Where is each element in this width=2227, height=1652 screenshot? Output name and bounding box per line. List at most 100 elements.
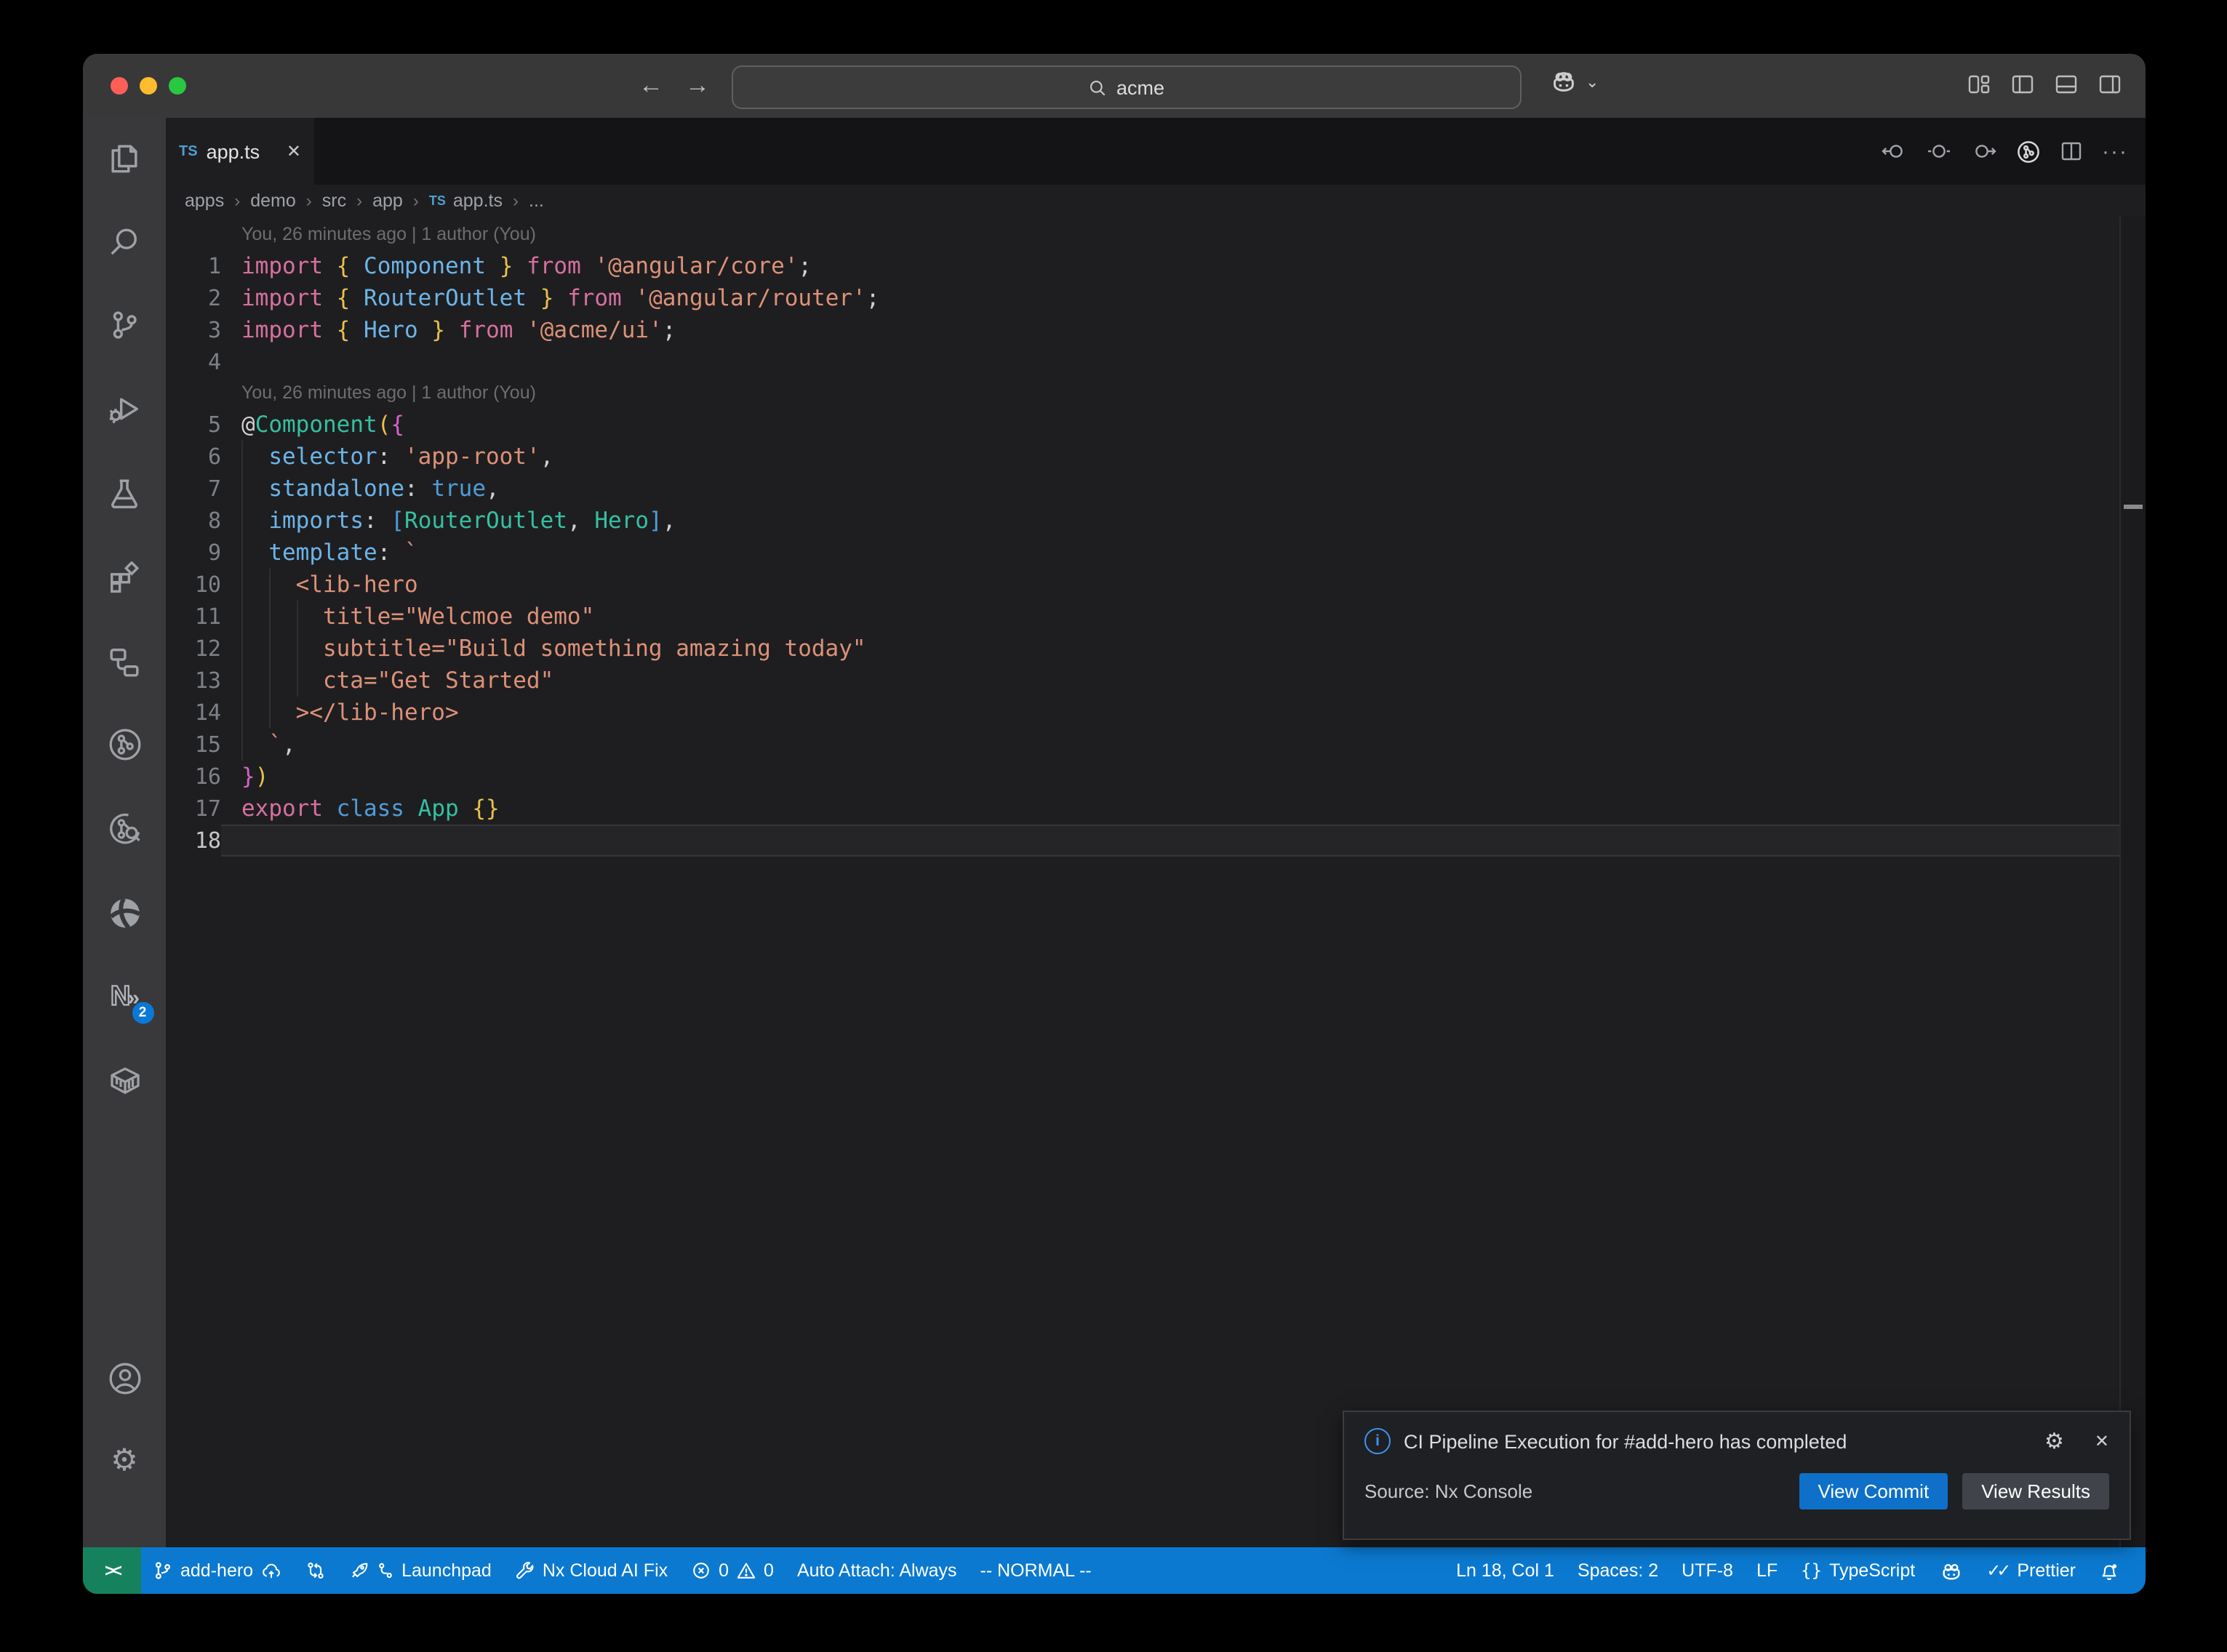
breadcrumb-separator: › bbox=[513, 191, 519, 211]
code-line[interactable]: 7 standalone: true, bbox=[166, 473, 2121, 505]
wrench-icon bbox=[515, 1560, 535, 1581]
settings-gear-icon[interactable]: ⚙ bbox=[105, 1443, 143, 1480]
tab-app-ts[interactable]: TS app.ts ✕ bbox=[166, 118, 314, 185]
code-line[interactable]: 16}) bbox=[166, 761, 2121, 793]
cursor-position-item[interactable]: Ln 18, Col 1 bbox=[1444, 1547, 1566, 1594]
breadcrumb-item[interactable]: src bbox=[322, 191, 346, 211]
current-change-icon[interactable] bbox=[1926, 140, 1952, 163]
screen: ← → acme ⌄ bbox=[0, 0, 2227, 1652]
code-line[interactable]: 18 bbox=[166, 825, 2121, 857]
run-and-debug-icon[interactable] bbox=[105, 390, 143, 428]
history-back-icon[interactable]: ← bbox=[639, 68, 663, 103]
launchpad-item[interactable]: Launchpad bbox=[337, 1547, 503, 1594]
gitlens-inspect-icon[interactable] bbox=[105, 810, 143, 848]
code-line[interactable]: 8 imports: [RouterOutlet, Hero], bbox=[166, 505, 2121, 537]
warnings-count: 0 bbox=[764, 1560, 774, 1581]
code-line[interactable]: 5@Component({ bbox=[166, 409, 2121, 441]
language-mode-item[interactable]: {} TypeScript bbox=[1789, 1547, 1927, 1594]
breadcrumb-item[interactable]: app bbox=[372, 191, 403, 211]
history-forward-icon[interactable]: → bbox=[685, 68, 710, 103]
nx-n: N bbox=[111, 982, 129, 1014]
blame-annotation: You, 26 minutes ago | 1 author (You) bbox=[166, 378, 2121, 409]
activity-bar: N» 2 ⚙ bbox=[83, 118, 166, 1547]
account-icon[interactable] bbox=[105, 1360, 143, 1398]
eol-item[interactable]: LF bbox=[1745, 1547, 1789, 1594]
git-branch-item[interactable]: add-hero bbox=[141, 1547, 294, 1594]
notification-close-icon[interactable]: ✕ bbox=[2095, 1431, 2109, 1451]
typescript-file-icon: TS bbox=[179, 143, 198, 159]
copilot-icon bbox=[1549, 68, 1578, 95]
nx-console-icon[interactable]: N» 2 bbox=[105, 979, 143, 1017]
double-check-icon: ✓✓ bbox=[1986, 1560, 2007, 1581]
code-line[interactable]: 11 title="Welcmoe demo" bbox=[166, 601, 2121, 633]
search-value: acme bbox=[1116, 76, 1164, 98]
breadcrumb-item[interactable]: apps bbox=[185, 191, 224, 211]
next-change-icon[interactable] bbox=[1971, 140, 1997, 163]
minimize-window-button[interactable] bbox=[140, 77, 157, 95]
testing-icon[interactable] bbox=[105, 474, 143, 512]
gitlens-icon[interactable] bbox=[105, 726, 143, 763]
containers-icon[interactable] bbox=[105, 1062, 143, 1099]
search-view-icon[interactable] bbox=[105, 222, 143, 260]
zoom-window-button[interactable] bbox=[169, 77, 186, 95]
title-bar: ← → acme ⌄ bbox=[83, 54, 2146, 118]
prev-change-icon[interactable] bbox=[1881, 140, 1907, 163]
status-bar: >< add-hero Launchpad Nx Cloud AI bbox=[83, 1547, 2146, 1594]
more-actions-icon[interactable]: ··· bbox=[2102, 139, 2128, 164]
git-branch-icon bbox=[153, 1560, 173, 1581]
nx-cloud-ai-fix-item[interactable]: Nx Cloud AI Fix bbox=[503, 1547, 679, 1594]
notification-settings-gear-icon[interactable]: ⚙ bbox=[2044, 1428, 2064, 1454]
code-line[interactable]: 17export class App {} bbox=[166, 793, 2121, 825]
compare-changes-item[interactable] bbox=[294, 1547, 337, 1594]
close-window-button[interactable] bbox=[111, 77, 128, 95]
split-editor-icon[interactable] bbox=[2060, 140, 2083, 163]
tab-close-icon[interactable]: ✕ bbox=[287, 141, 301, 161]
formatter-item[interactable]: ✓✓ Prettier bbox=[1975, 1547, 2087, 1594]
code-line[interactable]: 1import { Component } from '@angular/cor… bbox=[166, 250, 2121, 282]
breadcrumb-item[interactable]: demo bbox=[250, 191, 296, 211]
explorer-icon[interactable] bbox=[105, 138, 143, 176]
code-line[interactable]: 6 selector: 'app-root', bbox=[166, 441, 2121, 473]
code-line[interactable]: 3import { Hero } from '@acme/ui'; bbox=[166, 314, 2121, 346]
view-commit-button[interactable]: View Commit bbox=[1799, 1473, 1948, 1509]
errors-count: 0 bbox=[719, 1560, 729, 1581]
references-icon[interactable] bbox=[105, 643, 143, 681]
extensions-icon[interactable] bbox=[105, 558, 143, 596]
source-control-icon[interactable] bbox=[105, 305, 143, 343]
overview-ruler-mark bbox=[2124, 505, 2143, 509]
code-line[interactable]: 12 subtitle="Build something amazing tod… bbox=[166, 633, 2121, 665]
command-center-search[interactable]: acme bbox=[732, 65, 1522, 109]
vim-mode-item[interactable]: -- NORMAL -- bbox=[969, 1547, 1103, 1594]
commit-graph-icon[interactable] bbox=[2016, 139, 2041, 164]
toggle-panel-icon[interactable] bbox=[2054, 73, 2079, 96]
code-line[interactable]: 2import { RouterOutlet } from '@angular/… bbox=[166, 282, 2121, 314]
search-icon bbox=[1089, 78, 1108, 97]
problems-item[interactable]: 0 0 bbox=[679, 1547, 785, 1594]
code-line[interactable]: 15 `, bbox=[166, 729, 2121, 761]
code-line[interactable]: 10 <lib-hero bbox=[166, 569, 2121, 601]
encoding-item[interactable]: UTF-8 bbox=[1670, 1547, 1745, 1594]
code-line[interactable]: 13 cta="Get Started" bbox=[166, 665, 2121, 697]
toggle-primary-sidebar-icon[interactable] bbox=[2010, 73, 2035, 96]
copilot-menu[interactable]: ⌄ bbox=[1549, 68, 1599, 95]
code-line[interactable]: 9 template: ` bbox=[166, 537, 2121, 569]
code-editor[interactable]: You, 26 minutes ago | 1 author (You) 1imp… bbox=[166, 217, 2146, 1547]
indentation-item[interactable]: Spaces: 2 bbox=[1566, 1547, 1670, 1594]
code-rows: You, 26 minutes ago | 1 author (You) 1imp… bbox=[166, 220, 2121, 857]
toggle-secondary-sidebar-icon[interactable] bbox=[2098, 73, 2122, 96]
breadcrumb-item[interactable]: app.ts bbox=[453, 191, 503, 211]
breadcrumb-separator: › bbox=[234, 191, 240, 211]
edge-devtools-icon[interactable] bbox=[105, 894, 143, 932]
remote-indicator[interactable]: >< bbox=[83, 1547, 141, 1594]
code-line[interactable]: 14 ></lib-hero> bbox=[166, 697, 2121, 729]
copilot-status-item[interactable] bbox=[1927, 1547, 1975, 1594]
info-icon: i bbox=[1364, 1428, 1391, 1454]
customize-layout-icon[interactable] bbox=[1967, 73, 1991, 96]
scrollbar[interactable] bbox=[2119, 217, 2146, 1547]
view-results-button[interactable]: View Results bbox=[1962, 1473, 2109, 1509]
breadcrumb-item[interactable]: ... bbox=[529, 191, 544, 211]
notifications-bell-item[interactable] bbox=[2087, 1547, 2131, 1594]
nx-badge: 2 bbox=[132, 1002, 153, 1024]
auto-attach-item[interactable]: Auto Attach: Always bbox=[785, 1547, 969, 1594]
code-line[interactable]: 4 bbox=[166, 346, 2121, 378]
